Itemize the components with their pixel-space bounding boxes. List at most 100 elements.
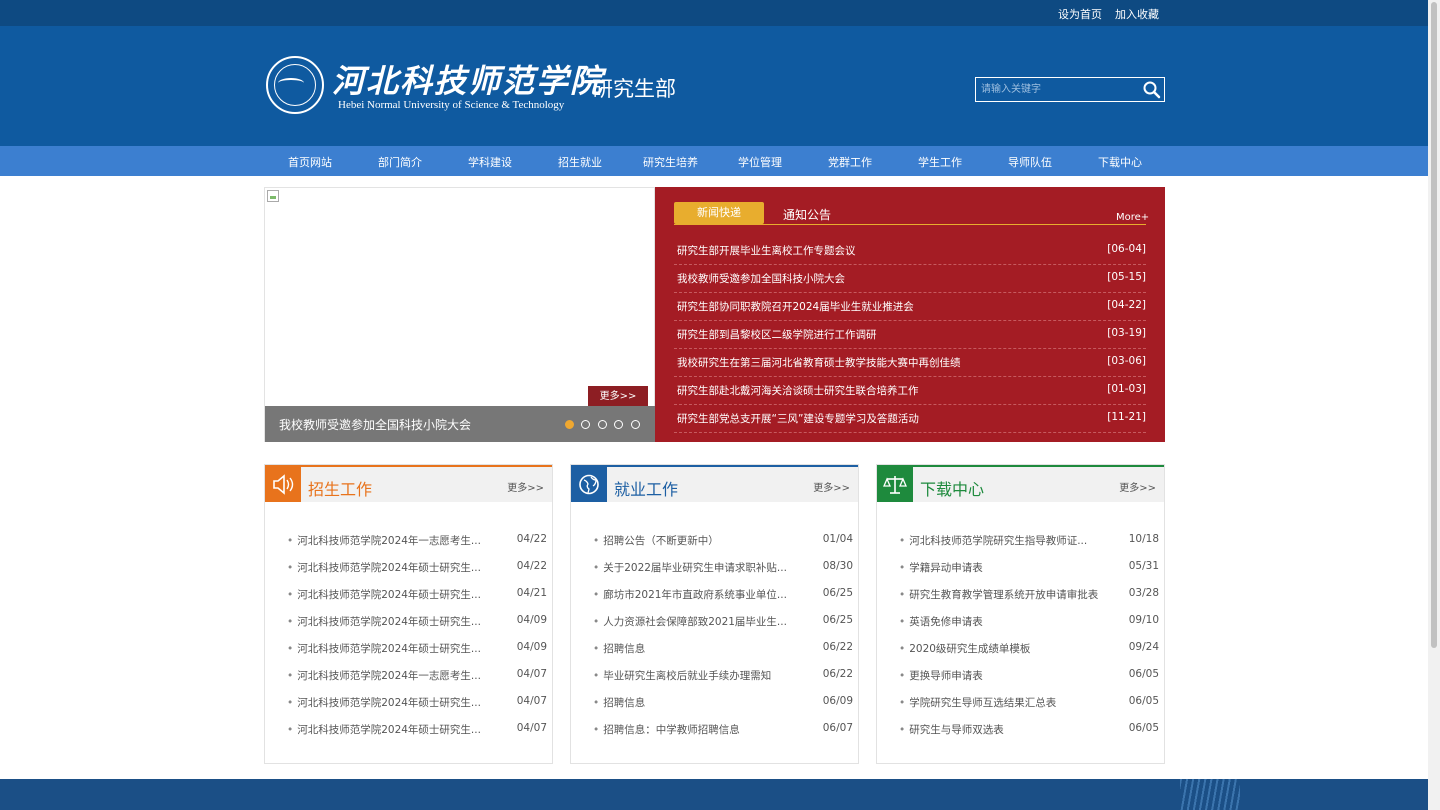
department-title: 研究生部 bbox=[592, 77, 676, 101]
item-date: 04/22 bbox=[516, 560, 547, 572]
list-item[interactable]: 河北科技师范学院2024年硕士研究生... 04/22 bbox=[287, 558, 547, 576]
list-item[interactable]: 更换导师申请表 06/05 bbox=[899, 666, 1159, 684]
slider-dot-2[interactable] bbox=[581, 420, 590, 429]
item-date: 06/25 bbox=[822, 614, 853, 626]
admissions-box-title[interactable]: 招生工作 bbox=[308, 476, 372, 500]
news-item-date: [03-06] bbox=[1107, 355, 1146, 367]
employment-more-link[interactable]: 更多>> bbox=[813, 479, 850, 494]
item-title: 关于2022届毕业研究生申请求职补贴... bbox=[593, 560, 793, 575]
list-item[interactable]: 招聘公告（不断更新中） 01/04 bbox=[593, 531, 853, 549]
add-bookmark-link[interactable]: 加入收藏 bbox=[1115, 6, 1159, 22]
list-item[interactable]: 招聘信息：中学教师招聘信息 06/07 bbox=[593, 720, 853, 738]
school-seal-logo[interactable] bbox=[266, 56, 324, 114]
slider-dot-5[interactable] bbox=[631, 420, 640, 429]
site-header: 河北科技师范学院 Hebei Normal University of Scie… bbox=[0, 26, 1428, 146]
slider-dot-3[interactable] bbox=[598, 420, 607, 429]
list-item[interactable]: 廊坊市2021年市直政府系统事业单位... 06/25 bbox=[593, 585, 853, 603]
list-item[interactable]: 毕业研究生离校后就业手续办理需知 06/22 bbox=[593, 666, 853, 684]
item-title: 毕业研究生离校后就业手续办理需知 bbox=[593, 668, 793, 683]
slider-dot-1[interactable] bbox=[565, 420, 574, 429]
news-item-title: 研究生部到昌黎校区二级学院进行工作调研 bbox=[677, 329, 877, 341]
list-item[interactable]: 学院研究生导师互选结果汇总表 06/05 bbox=[899, 693, 1159, 711]
nav-item-downloads[interactable]: 下载中心 bbox=[1098, 154, 1142, 170]
tab-notices[interactable]: 通知公告 bbox=[783, 206, 831, 223]
item-date: 06/05 bbox=[1128, 722, 1159, 734]
item-date: 06/09 bbox=[822, 695, 853, 707]
list-item[interactable]: 招聘信息 06/22 bbox=[593, 639, 853, 657]
news-item[interactable]: 我校教师受邀参加全国科技小院大会 [05-15] bbox=[674, 265, 1146, 293]
employment-box-header: 就业工作 更多>> bbox=[571, 465, 858, 502]
news-item[interactable]: 研究生部到昌黎校区二级学院进行工作调研 [03-19] bbox=[674, 321, 1146, 349]
list-item[interactable]: 河北科技师范学院2024年硕士研究生... 04/09 bbox=[287, 639, 547, 657]
news-item[interactable]: 研究生部赴北戴河海关洽谈硕士研究生联合培养工作 [01-03] bbox=[674, 377, 1146, 405]
nav-item-degree[interactable]: 学位管理 bbox=[738, 154, 782, 170]
news-item[interactable]: 我校研究生在第三届河北省教育硕士教学技能大赛中再创佳绩 [03-06] bbox=[674, 349, 1146, 377]
list-item[interactable]: 英语免修申请表 09/10 bbox=[899, 612, 1159, 630]
list-item[interactable]: 学籍异动申请表 05/31 bbox=[899, 558, 1159, 576]
speaker-icon bbox=[265, 467, 301, 502]
list-item[interactable]: 河北科技师范学院2024年一志愿考生... 04/22 bbox=[287, 531, 547, 549]
item-title: 2020级研究生成绩单模板 bbox=[899, 641, 1099, 656]
list-item[interactable]: 河北科技师范学院2024年硕士研究生... 04/21 bbox=[287, 585, 547, 603]
nav-item-disciplines[interactable]: 学科建设 bbox=[468, 154, 512, 170]
search-button[interactable] bbox=[1142, 80, 1162, 100]
admissions-more-link[interactable]: 更多>> bbox=[507, 479, 544, 494]
slider-caption[interactable]: 我校教师受邀参加全国科技小院大会 bbox=[279, 416, 471, 433]
nav-item-supervisors[interactable]: 导师队伍 bbox=[1008, 154, 1052, 170]
news-item-date: [03-19] bbox=[1107, 327, 1146, 339]
news-item-title: 研究生部赴北戴河海关洽谈硕士研究生联合培养工作 bbox=[677, 385, 919, 397]
set-homepage-link[interactable]: 设为首页 bbox=[1058, 6, 1102, 22]
downloads-more-link[interactable]: 更多>> bbox=[1119, 479, 1156, 494]
employment-box-title[interactable]: 就业工作 bbox=[614, 476, 678, 500]
list-item[interactable]: 招聘信息 06/09 bbox=[593, 693, 853, 711]
item-title: 招聘信息：中学教师招聘信息 bbox=[593, 722, 793, 737]
nav-item-training[interactable]: 研究生培养 bbox=[643, 154, 698, 170]
list-item[interactable]: 关于2022届毕业研究生申请求职补贴... 08/30 bbox=[593, 558, 853, 576]
list-item[interactable]: 人力资源社会保障部致2021届毕业生... 06/25 bbox=[593, 612, 853, 630]
list-item[interactable]: 河北科技师范学院2024年硕士研究生... 04/07 bbox=[287, 720, 547, 738]
item-date: 04/07 bbox=[516, 722, 547, 734]
list-item[interactable]: 研究生与导师双选表 06/05 bbox=[899, 720, 1159, 738]
item-date: 04/09 bbox=[516, 614, 547, 626]
item-title: 河北科技师范学院2024年硕士研究生... bbox=[287, 587, 487, 602]
scrollbar-thumb[interactable] bbox=[1431, 2, 1437, 648]
school-name-en: Hebei Normal University of Science & Tec… bbox=[338, 99, 565, 111]
nav-item-admission-employment[interactable]: 招生就业 bbox=[558, 154, 602, 170]
search-input[interactable] bbox=[979, 80, 1139, 99]
item-title: 学院研究生导师互选结果汇总表 bbox=[899, 695, 1099, 710]
footer-decoration bbox=[1180, 779, 1240, 810]
page-scrollbar[interactable] bbox=[1428, 0, 1440, 810]
nav-item-party[interactable]: 党群工作 bbox=[828, 154, 872, 170]
slider-more-button[interactable]: 更多>> bbox=[588, 386, 648, 408]
nav-item-students[interactable]: 学生工作 bbox=[918, 154, 962, 170]
item-title: 河北科技师范学院2024年一志愿考生... bbox=[287, 533, 487, 548]
list-item[interactable]: 河北科技师范学院2024年一志愿考生... 04/07 bbox=[287, 666, 547, 684]
search-box bbox=[975, 77, 1165, 102]
item-date: 06/05 bbox=[1128, 668, 1159, 680]
list-item[interactable]: 2020级研究生成绩单模板 09/24 bbox=[899, 639, 1159, 657]
item-title: 廊坊市2021年市直政府系统事业单位... bbox=[593, 587, 793, 602]
school-name-cn[interactable]: 河北科技师范学院 bbox=[332, 56, 604, 102]
news-item[interactable]: 研究生部协同职教院召开2024届毕业生就业推进会 [04-22] bbox=[674, 293, 1146, 321]
news-item[interactable]: 研究生部党总支开展“三风”建设专题学习及答题活动 [11-21] bbox=[674, 405, 1146, 433]
list-item[interactable]: 河北科技师范学院2024年硕士研究生... 04/09 bbox=[287, 612, 547, 630]
broken-image-icon bbox=[267, 190, 279, 202]
nav-item-home[interactable]: 首页网站 bbox=[288, 154, 332, 170]
image-slider[interactable]: 更多>> 我校教师受邀参加全国科技小院大会 bbox=[264, 187, 655, 442]
slider-dot-4[interactable] bbox=[614, 420, 623, 429]
news-item[interactable]: 研究生部开展毕业生离校工作专题会议 [06-04] bbox=[674, 237, 1146, 265]
tab-news[interactable]: 新闻快递 bbox=[674, 202, 764, 224]
item-date: 04/22 bbox=[516, 533, 547, 545]
list-item[interactable]: 研究生教育教学管理系统开放申请审批表 03/28 bbox=[899, 585, 1159, 603]
item-title: 英语免修申请表 bbox=[899, 614, 1099, 629]
news-item-title: 我校研究生在第三届河北省教育硕士教学技能大赛中再创佳绩 bbox=[677, 357, 961, 369]
item-date: 06/07 bbox=[822, 722, 853, 734]
list-item[interactable]: 河北科技师范学院研究生指导教师证... 10/18 bbox=[899, 531, 1159, 549]
admissions-box-header: 招生工作 更多>> bbox=[265, 465, 552, 502]
item-date: 04/09 bbox=[516, 641, 547, 653]
list-item[interactable]: 河北科技师范学院2024年硕士研究生... 04/07 bbox=[287, 693, 547, 711]
top-utility-bar: 设为首页 加入收藏 bbox=[0, 0, 1428, 26]
nav-item-about[interactable]: 部门简介 bbox=[378, 154, 422, 170]
news-more-link[interactable]: More+ bbox=[1116, 212, 1149, 223]
downloads-box-title[interactable]: 下载中心 bbox=[920, 476, 984, 500]
